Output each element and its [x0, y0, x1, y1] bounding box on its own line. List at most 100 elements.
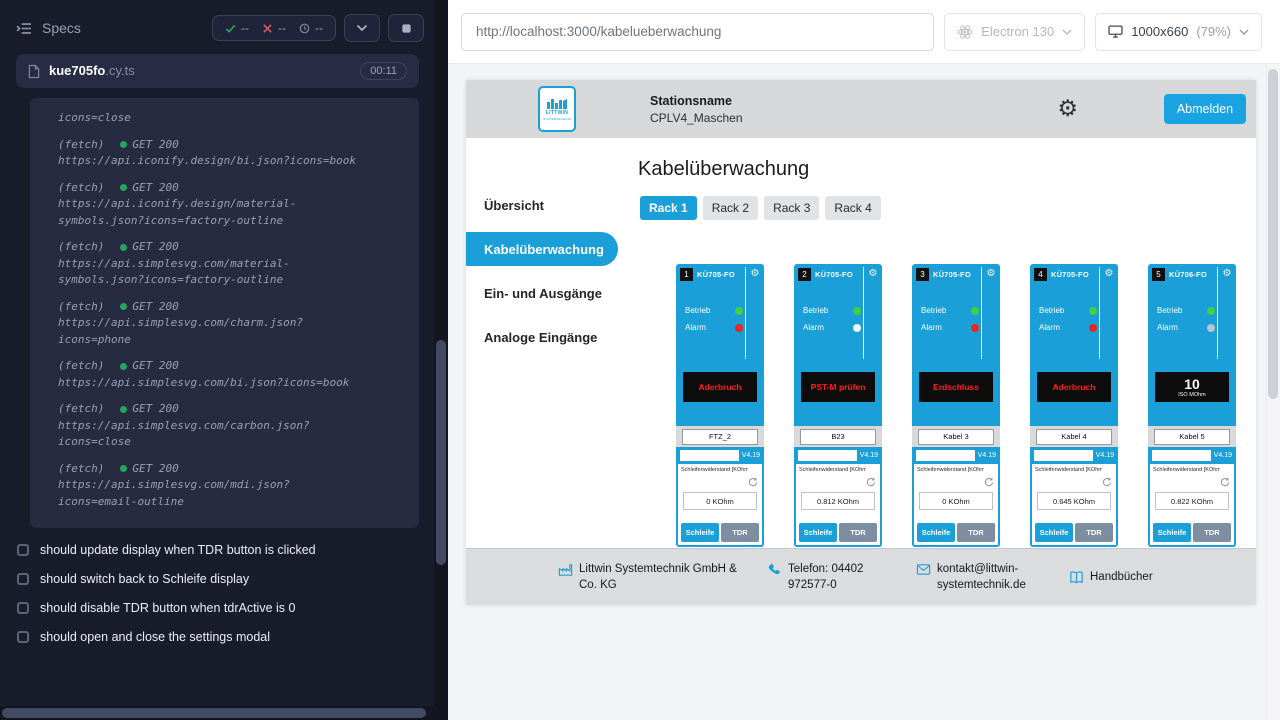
refresh-icon[interactable] [984, 477, 994, 487]
refresh-icon[interactable] [748, 477, 758, 487]
refresh-icon[interactable] [1220, 477, 1230, 487]
sidebar-item-ein-und-ausgaenge[interactable]: Ein- und Ausgänge [466, 276, 636, 310]
schleife-button[interactable]: Schleife [1153, 523, 1191, 542]
viewport-selector[interactable]: 1000x660 (79%) [1095, 13, 1262, 51]
test-state-icon [17, 573, 29, 585]
log-entry[interactable]: (fetch)GET 200 https://api.simplesvg.com… [58, 358, 405, 391]
specs-menu-icon [16, 22, 33, 35]
tdr-button[interactable]: TDR [1193, 523, 1231, 542]
resistance-value: 0.645 KOhm [1037, 492, 1111, 510]
test-item[interactable]: should switch back to Schleife display [17, 572, 438, 586]
tab-rack-2[interactable]: Rack 2 [703, 196, 758, 220]
station-info: Stationsname CPLV4_Maschen [650, 94, 743, 125]
collapse-runs-button[interactable] [344, 14, 380, 42]
cable-name-field[interactable]: FTZ_2 [682, 429, 758, 445]
resistance-label: Schleifenwiderstand [KOhm] [799, 467, 866, 473]
refresh-icon[interactable] [866, 477, 876, 487]
scrollbar-thumb[interactable] [436, 340, 446, 565]
cable-name-field[interactable]: Kabel 3 [918, 429, 994, 445]
status-dot [120, 184, 127, 191]
card-side-strip: ⚙ [745, 267, 764, 359]
log-entry[interactable]: (fetch)GET 200 https://api.iconify.desig… [58, 180, 405, 230]
measurement-panel: Schleifenwiderstand [KOhm] 0 KOhm Schlei… [678, 464, 762, 545]
resistance-label: Schleifenwiderstand [KOhm] [1153, 467, 1220, 473]
cypress-reporter-panel: Specs -- -- -- [0, 0, 448, 720]
alarm-led [1207, 324, 1215, 332]
aut-frame: LITTWIN SYSTEMTECHNIK Stationsname CPLV4… [466, 80, 1256, 605]
tdr-button[interactable]: TDR [957, 523, 995, 542]
check-icon [225, 23, 236, 34]
log-url-continuation: icons=close [58, 110, 358, 127]
schleife-button[interactable]: Schleife [1035, 523, 1073, 542]
schleife-button[interactable]: Schleife [917, 523, 955, 542]
log-url: https://api.iconify.design/material-symb… [58, 196, 358, 229]
tdr-button[interactable]: TDR [721, 523, 759, 542]
stop-button[interactable] [388, 14, 424, 42]
tdr-button[interactable]: TDR [839, 523, 877, 542]
url-input[interactable]: http://localhost:3000/kabelueberwachung [461, 13, 934, 51]
browser-selector[interactable]: Electron 130 [944, 13, 1085, 51]
footer-manuals[interactable]: Handbücher [1069, 569, 1153, 585]
settings-gear-icon[interactable]: ⚙ [1057, 98, 1078, 121]
log-entry[interactable]: (fetch)GET 200 https://api.iconify.desig… [58, 137, 405, 170]
specs-toggle[interactable]: Specs [16, 20, 81, 36]
sidebar-item-kabelueberwachung[interactable]: Kabelüberwachung [466, 232, 618, 266]
card-side-strip: ⚙ [1099, 267, 1118, 359]
card-side-strip: ⚙ [981, 267, 1000, 359]
card-settings-gear-icon[interactable]: ⚙ [987, 269, 996, 359]
log-entry[interactable]: (fetch)GET 200 https://api.simplesvg.com… [58, 401, 405, 451]
resistance-label: Schleifenwiderstand [KOhm] [1035, 467, 1102, 473]
refresh-icon[interactable] [1102, 477, 1112, 487]
name-band: FTZ_2 [676, 426, 764, 447]
page-vertical-scrollbar [1266, 64, 1280, 720]
reporter-vertical-scrollbar [434, 0, 448, 720]
tab-rack-3[interactable]: Rack 3 [764, 196, 819, 220]
test-item[interactable]: should open and close the settings modal [17, 630, 438, 644]
status-dot [120, 303, 127, 310]
version-row: V4.19 [1150, 449, 1234, 462]
clock-icon [299, 23, 310, 34]
email-icon [916, 562, 931, 577]
footer-email[interactable]: kontakt@littwin-systemtechnik.de [916, 561, 1053, 593]
spec-file-bar[interactable]: kue705fo.cy.ts 00:11 [16, 54, 419, 88]
card-number-badge: 1 [680, 268, 693, 281]
test-item[interactable]: should disable TDR button when tdrActive… [17, 601, 438, 615]
name-band: B23 [794, 426, 882, 447]
log-entry[interactable]: (fetch)GET 200 https://api.simplesvg.com… [58, 299, 405, 349]
card-settings-gear-icon[interactable]: ⚙ [1105, 269, 1114, 359]
schleife-button[interactable]: Schleife [799, 523, 837, 542]
betrieb-led [1089, 307, 1097, 315]
device-cards: 1 KÜ705-FO ⚙ Betrieb Alarm Aderbruch FTZ… [676, 264, 1256, 547]
card-settings-gear-icon[interactable]: ⚙ [869, 269, 878, 359]
log-entry[interactable]: (fetch)GET 200 https://api.simplesvg.com… [58, 461, 405, 511]
phone-icon [767, 562, 782, 577]
tdr-button[interactable]: TDR [1075, 523, 1113, 542]
sidebar-item-uebersicht[interactable]: Übersicht [466, 188, 636, 222]
log-url: https://api.simplesvg.com/mdi.json?icons… [58, 477, 358, 510]
electron-icon [957, 24, 973, 40]
name-band: Kabel 3 [912, 426, 1000, 447]
schleife-button[interactable]: Schleife [681, 523, 719, 542]
betrieb-led [1207, 307, 1215, 315]
alarm-label: Alarm [921, 323, 942, 332]
scrollbar-thumb[interactable] [1268, 69, 1278, 399]
sidebar-item-analoge-eingaenge[interactable]: Analoge Eingänge [466, 320, 636, 354]
status-display: Aderbruch [683, 372, 757, 402]
tab-rack-1[interactable]: Rack 1 [640, 196, 697, 220]
measurement-panel: Schleifenwiderstand [KOhm] 0.822 KOhm Sc… [1150, 464, 1234, 545]
version-row: V4.19 [678, 449, 762, 462]
scrollbar-thumb[interactable] [2, 708, 426, 718]
log-entry[interactable]: (fetch)GET 200 https://api.simplesvg.com… [58, 239, 405, 289]
card-settings-gear-icon[interactable]: ⚙ [1223, 269, 1232, 359]
card-number-badge: 5 [1152, 268, 1165, 281]
card-title: KÜ706-FO [1169, 270, 1207, 279]
card-settings-gear-icon[interactable]: ⚙ [751, 269, 760, 359]
tab-rack-4[interactable]: Rack 4 [825, 196, 880, 220]
version-fill [680, 450, 739, 461]
cable-name-field[interactable]: Kabel 4 [1036, 429, 1112, 445]
logout-button[interactable]: Abmelden [1164, 94, 1246, 124]
alarm-label: Alarm [803, 323, 824, 332]
test-item[interactable]: should update display when TDR button is… [17, 543, 438, 557]
cable-name-field[interactable]: Kabel 5 [1154, 429, 1230, 445]
cable-name-field[interactable]: B23 [800, 429, 876, 445]
